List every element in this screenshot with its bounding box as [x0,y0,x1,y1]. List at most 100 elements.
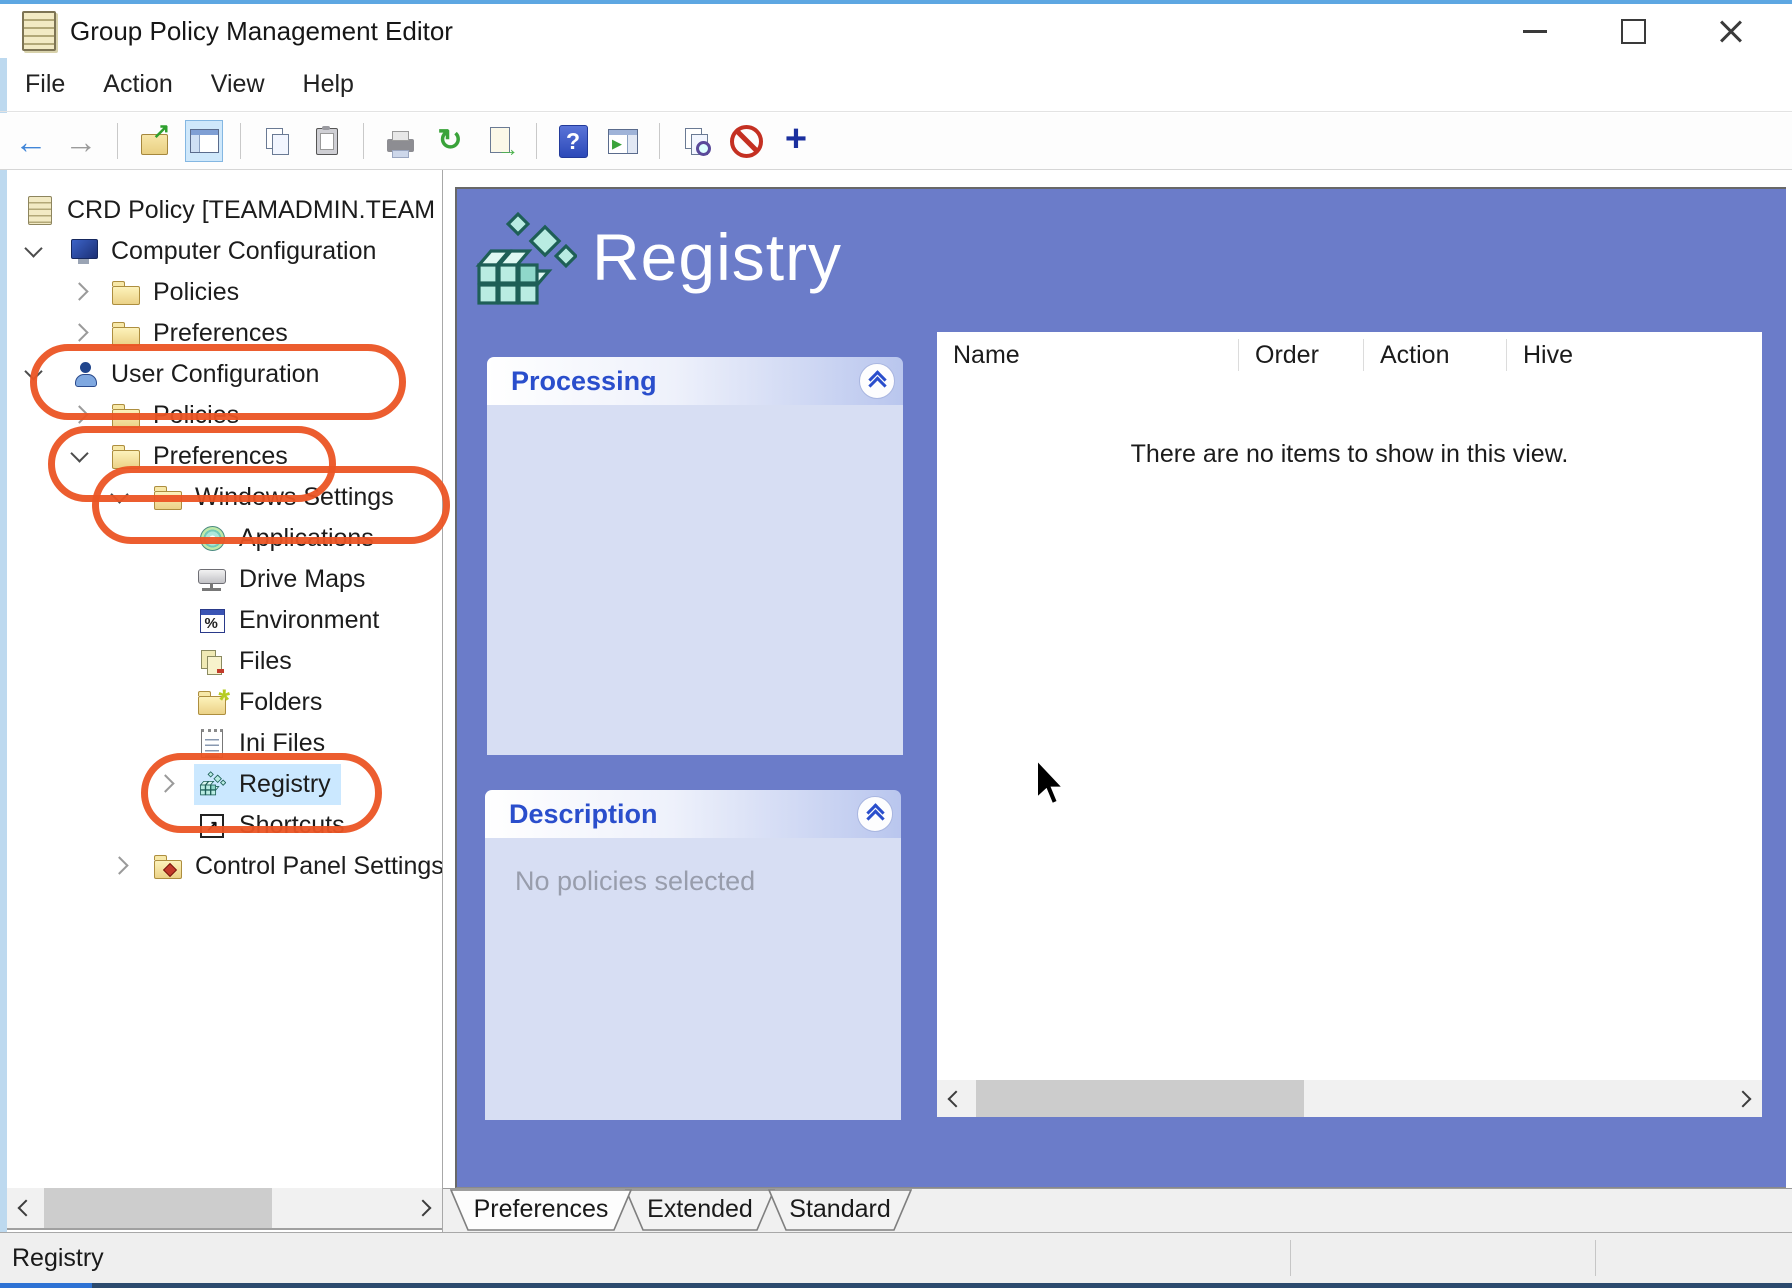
tree-item-control-panel-settings[interactable]: Control Panel Settings [7,846,442,887]
scroll-right-button[interactable] [1728,1080,1762,1117]
status-text: Registry [12,1244,104,1273]
preview-icon[interactable] [677,120,715,162]
menu-item-view[interactable]: View [211,70,265,99]
tab-standard[interactable]: Standard [768,1189,912,1231]
show-action-pane-icon[interactable]: ▶ [604,120,642,162]
scroll-left-button[interactable] [7,1188,41,1228]
print-icon[interactable] [381,120,419,162]
minimize-button[interactable] [1518,14,1552,48]
control-panel-icon [153,852,183,882]
folder-icon [111,319,141,349]
tree-item-label: Windows Settings [195,483,394,512]
tree-item-drive-maps[interactable]: Drive Maps [7,559,442,600]
expander-chevron-down-icon[interactable] [110,485,128,503]
tree-item-windows-settings[interactable]: Windows Settings [7,477,442,518]
registry-icon [197,770,227,800]
up-one-level-icon[interactable]: ↗ [135,120,173,162]
description-panel-body: No policies selected [485,838,901,1120]
policy-items-list: NameOrderActionHive There are no items t… [937,332,1762,1117]
tree-item-label: Environment [239,606,379,635]
toolbar: ← → ↗ ↻ →? ▶ + [0,113,1792,170]
expander-chevron-down-icon[interactable] [24,362,42,380]
tree-item-label: User Configuration [111,360,319,389]
processing-panel-header: Processing [487,357,903,405]
tree-item-ini-files[interactable]: Ini Files [7,723,442,764]
collapse-processing-button[interactable] [859,363,895,399]
scroll-left-icon [948,1090,965,1107]
help-icon[interactable]: ? [554,120,592,162]
tree-item-preferences[interactable]: Preferences [7,313,442,354]
expander-chevron-down-icon[interactable] [70,444,88,462]
tree-item-preferences[interactable]: Preferences [7,436,442,477]
collapse-description-button[interactable] [857,796,893,832]
tree-item-policies[interactable]: Policies [7,395,442,436]
view-tab-strip: PreferencesExtendedStandard [443,1188,1792,1232]
toolbar-separator [240,123,241,159]
tree-item-computer-configuration[interactable]: Computer Configuration [7,231,442,272]
tree-item-shortcuts[interactable]: ↗Shortcuts [7,805,442,846]
processing-panel-title: Processing [511,366,657,397]
scrollbar-thumb[interactable] [44,1188,272,1228]
title-bar: Group Policy Management Editor [0,4,1792,58]
tree-item-folders[interactable]: *Folders [7,682,442,723]
list-horizontal-scrollbar[interactable] [937,1080,1762,1117]
user-icon [69,360,99,390]
tree-item-registry[interactable]: Registry [7,764,442,805]
expander-chevron-down-icon[interactable] [24,239,42,257]
menu-item-help[interactable]: Help [303,70,354,99]
tree-item-files[interactable]: Files [7,641,442,682]
tree-item-policies[interactable]: Policies [7,272,442,313]
description-panel: Description No policies selected [485,790,901,1120]
toolbar-separator [363,123,364,159]
tab-preferences[interactable]: Preferences [450,1189,632,1231]
column-header-action[interactable]: Action [1364,339,1507,371]
maximize-button[interactable] [1616,14,1650,48]
toolbar-separator [659,123,660,159]
copy-icon[interactable] [258,120,296,162]
tree-item-label: Policies [153,278,239,307]
show-console-tree-icon[interactable] [185,120,223,162]
folder-icon [153,483,183,513]
drive-maps-icon [197,565,227,595]
description-panel-title: Description [509,799,658,830]
menu-item-file[interactable]: File [25,70,65,99]
status-bar-separator [1595,1240,1596,1276]
folder-icon [111,442,141,472]
expander-chevron-right-icon[interactable] [110,856,128,874]
tab-extended[interactable]: Extended [625,1189,775,1231]
export-list-icon[interactable]: → [481,120,519,162]
column-header-name[interactable]: Name [937,339,1239,371]
tree-item-label: Computer Configuration [111,237,376,266]
scroll-left-button[interactable] [937,1080,971,1117]
prohibit-icon[interactable] [727,120,765,162]
expander-chevron-right-icon[interactable] [156,774,174,792]
tree-item-applications[interactable]: Applications [7,518,442,559]
expander-chevron-right-icon[interactable] [70,282,88,300]
tree-item-crd-policy-teamadmin-team[interactable]: CRD Policy [TEAMADMIN.TEAM [7,190,442,231]
computer-icon [69,237,99,267]
window-left-border [0,4,7,1232]
scroll-right-button[interactable] [408,1188,442,1228]
column-header-hive[interactable]: Hive [1507,339,1762,371]
paste-icon[interactable] [308,120,346,162]
scrollbar-thumb[interactable] [976,1080,1304,1117]
close-button[interactable] [1714,14,1748,48]
column-header-order[interactable]: Order [1239,339,1364,371]
tree-item-environment[interactable]: % Environment [7,600,442,641]
expander-chevron-right-icon[interactable] [70,405,88,423]
refresh-icon[interactable]: ↻ [431,120,469,162]
tree-item-user-configuration[interactable]: User Configuration [7,354,442,395]
maximize-icon [1621,19,1646,44]
scroll-right-icon [1735,1090,1752,1107]
expander-chevron-right-icon[interactable] [70,323,88,341]
tree-horizontal-scrollbar[interactable] [7,1188,442,1230]
add-icon[interactable]: + [777,120,815,162]
menu-item-action[interactable]: Action [103,70,172,99]
processing-panel-body [487,405,903,755]
environment-icon: % [197,606,227,636]
files-icon [197,647,227,677]
forward-icon[interactable]: → [62,120,100,162]
toolbar-separator [536,123,537,159]
tree-item-label: Shortcuts [239,811,345,840]
back-icon[interactable]: ← [12,120,50,162]
